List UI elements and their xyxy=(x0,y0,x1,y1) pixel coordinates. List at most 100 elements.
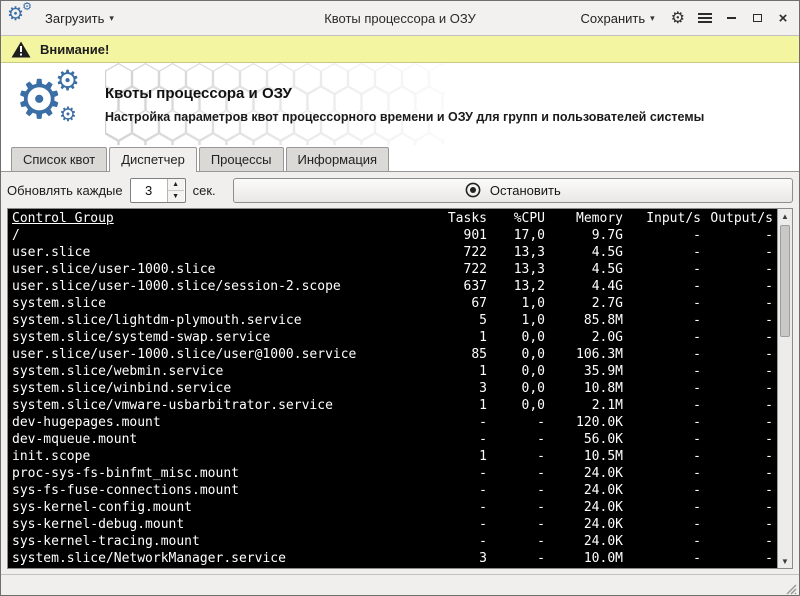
cell-value: - xyxy=(701,312,773,329)
cell-value: - xyxy=(487,499,545,516)
tab-quota-list[interactable]: Список квот xyxy=(11,147,107,171)
cell-control-group: user.slice/user-1000.slice xyxy=(12,261,392,278)
cell-control-group: user.slice xyxy=(12,244,392,261)
spin-down-button[interactable]: ▼ xyxy=(168,191,184,202)
cell-value: - xyxy=(623,278,701,295)
cell-value: - xyxy=(392,516,487,533)
cell-value: - xyxy=(487,482,545,499)
tab-processes[interactable]: Процессы xyxy=(199,147,284,171)
cell-value: 4.4G xyxy=(545,278,623,295)
column-header-cpu: %CPU xyxy=(487,210,545,227)
interval-input[interactable] xyxy=(131,179,167,202)
warning-bar: Внимание! xyxy=(1,36,799,63)
warning-triangle-icon xyxy=(11,41,31,58)
cell-value: 0,0 xyxy=(487,363,545,380)
chevron-down-icon: ▾ xyxy=(109,13,114,24)
hamburger-icon xyxy=(698,13,712,23)
cell-value: 24.0K xyxy=(545,516,623,533)
cell-value: - xyxy=(623,295,701,312)
cell-control-group: system.slice/vmware-usbarbitrator.servic… xyxy=(12,397,392,414)
maximize-button[interactable] xyxy=(749,10,765,26)
tab-dispatcher[interactable]: Диспетчер xyxy=(109,147,197,172)
table-row: sys-fs-fuse-connections.mount--24.0K-- xyxy=(12,482,773,499)
cgroup-monitor-terminal: Control GroupTasks%CPUMemoryInput/sOutpu… xyxy=(8,209,777,568)
cell-value: - xyxy=(623,516,701,533)
status-bar xyxy=(1,574,799,596)
settings-gear-button[interactable]: ⚙ xyxy=(669,6,687,30)
seconds-label: сек. xyxy=(193,183,216,198)
chevron-down-icon: ▾ xyxy=(650,13,655,24)
cell-value: 24.0K xyxy=(545,482,623,499)
cell-value: 1 xyxy=(392,329,487,346)
app-icon: ⚙ ⚙ xyxy=(9,7,31,29)
cell-value: - xyxy=(701,482,773,499)
close-icon: × xyxy=(779,11,788,26)
cell-value: - xyxy=(392,431,487,448)
titlebar: ⚙ ⚙ Загрузить ▾ Квоты процессора и ОЗУ С… xyxy=(1,1,799,36)
cell-value: - xyxy=(392,414,487,431)
cell-value: 1 xyxy=(392,363,487,380)
cell-value: 67 xyxy=(392,295,487,312)
menu-button[interactable] xyxy=(697,10,713,26)
scrollbar-thumb[interactable] xyxy=(780,225,790,337)
save-menu-button[interactable]: Сохранить ▾ xyxy=(577,8,659,29)
page-header: ⚙ ⚙ ⚙ Квоты процессора и ОЗУ Настройка п… xyxy=(1,63,799,145)
cell-value: 0,0 xyxy=(487,329,545,346)
refresh-every-label: Обновлять каждые xyxy=(7,183,123,198)
cell-value: 10.0M xyxy=(545,550,623,567)
cell-value: 85 xyxy=(392,346,487,363)
cell-control-group: / xyxy=(12,227,392,244)
resize-grip[interactable] xyxy=(783,581,797,595)
interval-spinner: ▲ ▼ xyxy=(130,178,186,203)
cell-control-group: proc-sys-fs-binfmt_misc.mount xyxy=(12,465,392,482)
column-header-tasks: Tasks xyxy=(392,210,487,227)
table-row: system.slice/systemd-swap.service10,02.0… xyxy=(12,329,773,346)
cell-value: 637 xyxy=(392,278,487,295)
cell-value: - xyxy=(623,244,701,261)
cell-value: - xyxy=(701,261,773,278)
table-row: user.slice72213,34.5G-- xyxy=(12,244,773,261)
cell-control-group: system.slice/systemd-swap.service xyxy=(12,329,392,346)
table-row: system.slice671,02.7G-- xyxy=(12,295,773,312)
cell-value: 13,2 xyxy=(487,278,545,295)
cell-value: - xyxy=(487,431,545,448)
column-header-inputs: Input/s xyxy=(623,210,701,227)
table-row: init.scope1-10.5M-- xyxy=(12,448,773,465)
table-header-row: Control GroupTasks%CPUMemoryInput/sOutpu… xyxy=(12,210,773,227)
table-row: system.slice/lightdm-plymouth.service51,… xyxy=(12,312,773,329)
cgroup-table: Control GroupTasks%CPUMemoryInput/sOutpu… xyxy=(12,210,773,567)
cell-value: - xyxy=(701,363,773,380)
minimize-button[interactable] xyxy=(723,10,739,26)
cell-value: 24.0K xyxy=(545,499,623,516)
cell-control-group: sys-kernel-debug.mount xyxy=(12,516,392,533)
stop-button[interactable]: Остановить xyxy=(233,178,793,203)
cell-control-group: system.slice xyxy=(12,295,392,312)
cell-control-group: user.slice/user-1000.slice/session-2.sco… xyxy=(12,278,392,295)
cell-value: - xyxy=(701,295,773,312)
cell-value: - xyxy=(392,465,487,482)
cell-value: - xyxy=(623,448,701,465)
cell-value: 2.7G xyxy=(545,295,623,312)
cell-value: 722 xyxy=(392,244,487,261)
cell-value: - xyxy=(487,533,545,550)
cell-value: 3 xyxy=(392,550,487,567)
column-header-outputs: Output/s xyxy=(701,210,773,227)
gear-icon: ⚙ xyxy=(22,0,32,13)
minimize-icon xyxy=(727,17,736,19)
cell-value: - xyxy=(392,533,487,550)
load-menu-button[interactable]: Загрузить ▾ xyxy=(41,8,118,29)
tab-information[interactable]: Информация xyxy=(286,147,390,171)
gear-icon: ⚙ xyxy=(55,67,80,95)
table-row: sys-kernel-tracing.mount--24.0K-- xyxy=(12,533,773,550)
scrollbar-track[interactable] xyxy=(778,223,792,554)
table-row: proc-sys-fs-binfmt_misc.mount--24.0K-- xyxy=(12,465,773,482)
scroll-up-button[interactable]: ▲ xyxy=(778,209,792,223)
scroll-down-button[interactable]: ▼ xyxy=(778,554,792,568)
spin-up-button[interactable]: ▲ xyxy=(168,179,184,191)
cell-value: 0,0 xyxy=(487,346,545,363)
vertical-scrollbar[interactable]: ▲ ▼ xyxy=(777,209,792,568)
cell-control-group: system.slice/NetworkManager.service xyxy=(12,550,392,567)
table-row: dev-mqueue.mount--56.0K-- xyxy=(12,431,773,448)
close-button[interactable]: × xyxy=(775,10,791,26)
cell-value: 722 xyxy=(392,261,487,278)
